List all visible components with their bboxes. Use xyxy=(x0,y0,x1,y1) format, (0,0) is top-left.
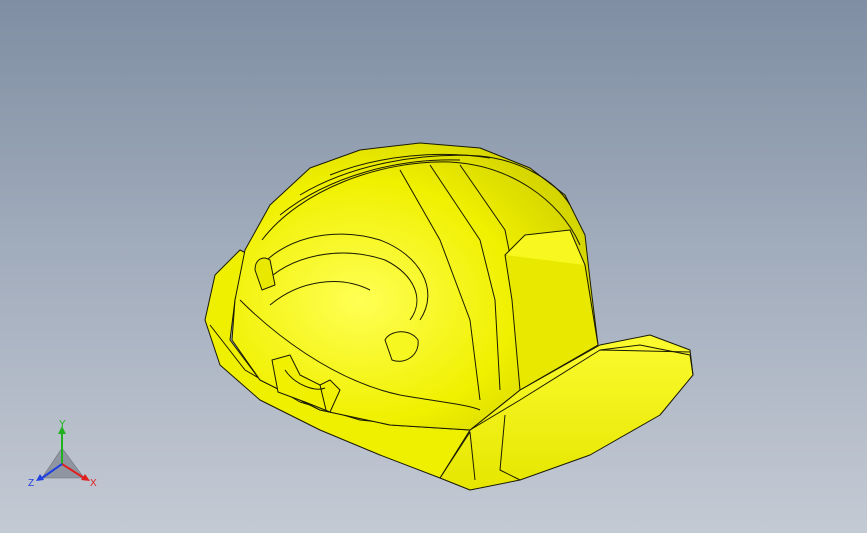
y-axis-label: Y xyxy=(59,419,66,430)
x-axis-label: X xyxy=(90,478,97,489)
graphics-viewport[interactable]: Y X Z xyxy=(0,0,867,533)
helmet-model[interactable] xyxy=(0,0,867,533)
z-axis-label: Z xyxy=(28,478,34,489)
coordinate-triad: Y X Z xyxy=(28,419,97,489)
